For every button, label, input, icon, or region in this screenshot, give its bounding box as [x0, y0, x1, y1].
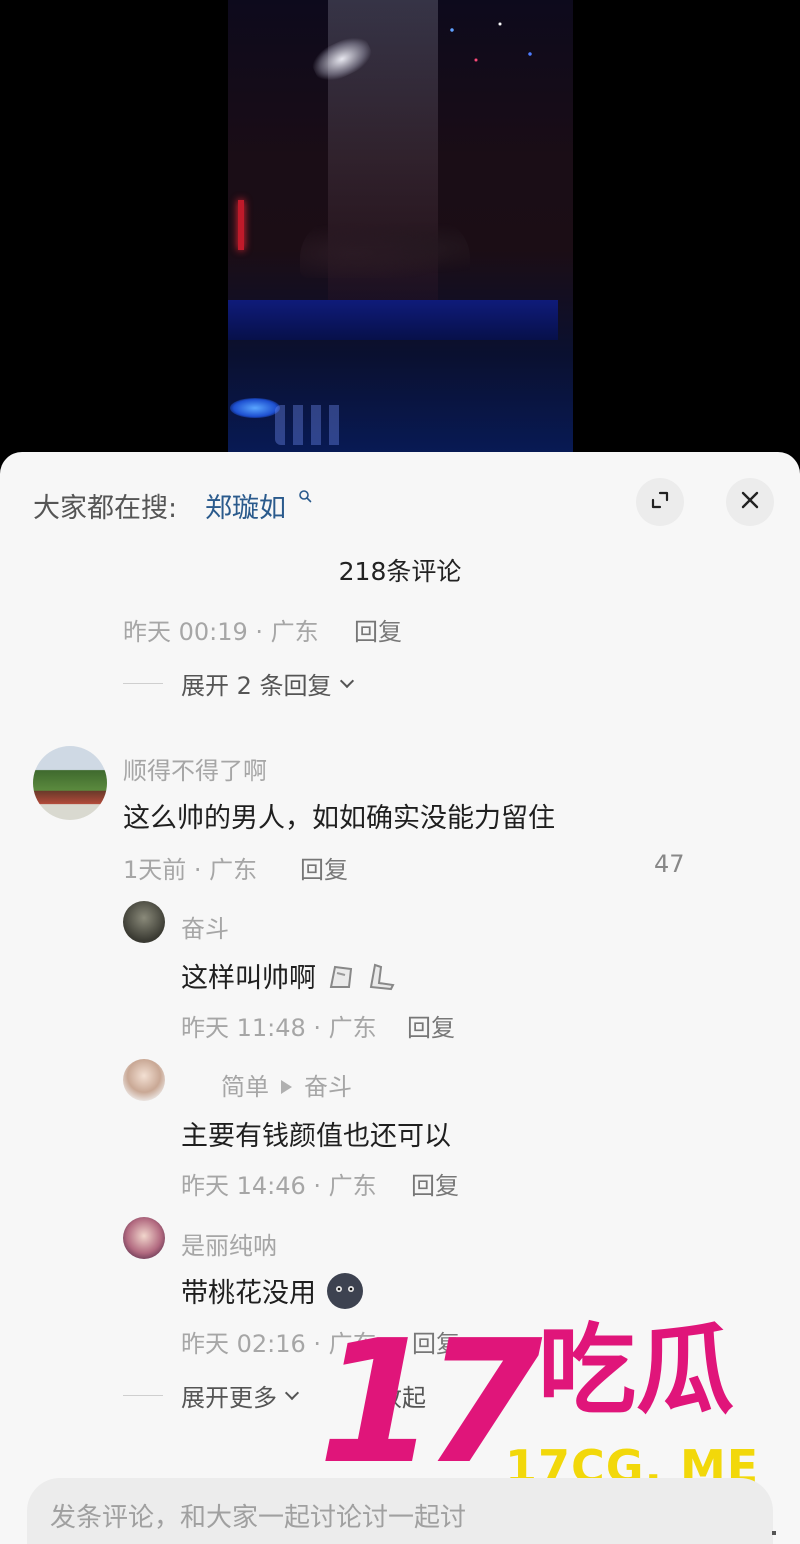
expand-more-button[interactable]: 展开更多 — [123, 1378, 300, 1413]
reply-arrow-icon — [281, 1080, 292, 1094]
reply-meta: 昨天 14:46 · 广东 — [181, 1172, 377, 1200]
sticker-icon — [325, 959, 401, 1000]
reply-to-username[interactable]: 奋斗 — [304, 1073, 352, 1101]
reply-text-value: 带桃花没用 — [181, 1278, 316, 1309]
watermark-chinese: 吃瓜 — [538, 1314, 735, 1428]
reply-text: 主要有钱颜值也还可以 — [181, 1121, 451, 1152]
comment-input-placeholder: 发条评论，和大家一起讨论讨一起讨 — [50, 1503, 467, 1533]
search-suggestion-prefix: 大家都在搜: — [33, 493, 178, 524]
video-player[interactable] — [0, 0, 800, 470]
reply-username-line: 简单 奋斗 — [221, 1067, 352, 1102]
indicator-dot — [772, 1531, 776, 1535]
expand-icon — [649, 489, 671, 515]
like-count[interactable]: 47 — [654, 850, 685, 878]
search-suggestion-term[interactable]: 郑璇如 — [205, 486, 286, 525]
comment-meta: 1天前 · 广东 — [123, 856, 258, 884]
expand-more-label: 展开更多 — [181, 1384, 277, 1412]
comment-count-title: 218条评论 — [338, 557, 462, 586]
reply-username[interactable]: 奋斗 — [181, 909, 229, 944]
avatar[interactable] — [123, 1217, 165, 1259]
comment-text: 这么帅的男人，如如确实没能力留住 — [123, 803, 555, 834]
reply-button[interactable]: 回复 — [407, 1008, 455, 1043]
reply-text-value: 这样叫帅啊 — [181, 963, 316, 994]
comment-meta: 昨天 00:19 · 广东 — [123, 618, 319, 646]
avatar[interactable] — [33, 746, 107, 820]
close-icon — [739, 489, 761, 515]
comment-username[interactable]: 顺得不得了啊 — [123, 751, 267, 786]
search-icon[interactable] — [298, 488, 312, 503]
reply-username[interactable]: 简单 — [221, 1073, 269, 1101]
reply-username[interactable]: 是丽纯呐 — [181, 1226, 277, 1261]
watermark-number: 17 — [318, 1304, 543, 1502]
reply-button[interactable]: 回复 — [411, 1166, 459, 1201]
app-screen: 大家都在搜: 郑璇如 218条评论 昨天 00:19 · 广东 回复 展开 2 … — [0, 0, 800, 1544]
avatar[interactable] — [123, 901, 165, 943]
reply-button[interactable]: 回复 — [300, 850, 348, 885]
reply-meta: 昨天 11:48 · 广东 — [181, 1014, 377, 1042]
expand-replies-label: 展开 2 条回复 — [181, 672, 332, 700]
chevron-down-icon — [339, 673, 354, 688]
chevron-down-icon — [284, 1385, 300, 1400]
expand-button[interactable] — [636, 478, 684, 526]
avatar[interactable] — [123, 1059, 165, 1101]
reply-button[interactable]: 回复 — [354, 612, 402, 647]
close-button[interactable] — [726, 478, 774, 526]
reply-text: 这样叫帅啊 — [181, 956, 401, 1000]
video-frame — [228, 0, 573, 455]
expand-replies-button[interactable]: 展开 2 条回复 — [123, 666, 354, 701]
